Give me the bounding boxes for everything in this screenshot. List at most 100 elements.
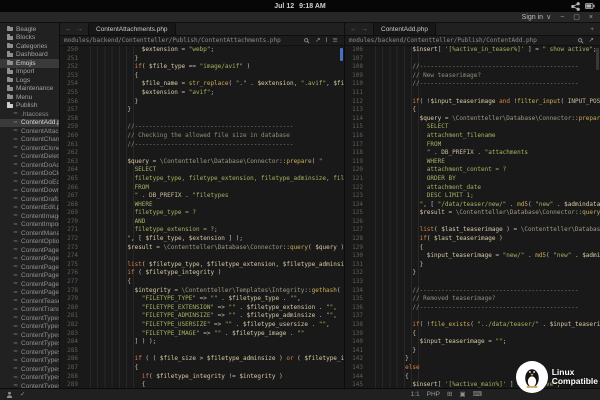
code-line[interactable]: 127 list( $last_teaserimage ) = \Content… xyxy=(345,226,600,235)
code-line[interactable]: 286 if ( ( $file_size > $filetype_admins… xyxy=(60,355,344,364)
terminal-panel-icon[interactable]: ⊞ xyxy=(447,391,452,398)
code-line[interactable]: 112 if( !$input_teaserimage and !filter_… xyxy=(345,98,600,107)
code-line[interactable]: 124 ", [ "/data/teaser/new/" . md5( "new… xyxy=(345,201,600,210)
tree-item[interactable]: ≈ContentEdit.php xyxy=(0,204,59,213)
code-line[interactable]: 253 { xyxy=(60,72,344,81)
tree-item[interactable]: Blocks xyxy=(0,34,59,43)
tree-item[interactable]: ≈.htaccess xyxy=(0,110,59,119)
back-icon[interactable]: ← xyxy=(65,26,72,33)
code-line[interactable]: 278 $integrity = \Contentteller\Template… xyxy=(60,287,344,296)
tree-item[interactable]: ≈ContentTypesFieldDoAdd.php xyxy=(0,365,59,374)
tree-item[interactable]: ≈ContentAttachments.php xyxy=(0,127,59,136)
code-line[interactable]: 264 SELECT xyxy=(60,166,344,175)
code-line[interactable]: 259 //----------------------------------… xyxy=(60,123,344,132)
keyboard-icon[interactable]: ⌨ xyxy=(473,391,482,398)
code-line[interactable]: 108 //----------------------------------… xyxy=(345,63,600,72)
code-line[interactable]: 140 $input_teaserimage = ""; xyxy=(345,338,600,347)
code-line[interactable]: 141 } xyxy=(345,347,600,356)
tree-item[interactable]: ≈ContentOptions.php xyxy=(0,238,59,247)
tree-item[interactable]: ≈ContentTeaser.php xyxy=(0,297,59,306)
tab-contentattachments[interactable]: ContentAttachments.php xyxy=(88,23,176,35)
code-line[interactable]: 289 { xyxy=(60,381,344,388)
maximize-button[interactable]: ▢ xyxy=(573,14,580,21)
tree-item[interactable]: ≈ContentDoClone.php xyxy=(0,170,59,179)
tree-item[interactable]: ≈ContentImport.php xyxy=(0,221,59,230)
code-line[interactable]: 270 AND xyxy=(60,218,344,227)
code-line[interactable]: 273 $result = \Contentteller\Database\Co… xyxy=(60,244,344,253)
code-line[interactable]: 276 if ( $filetype_integrity ) xyxy=(60,269,344,278)
code-line[interactable]: 256 } xyxy=(60,98,344,107)
expand-icon[interactable]: ↗ xyxy=(589,37,594,44)
tree-item[interactable]: Categories xyxy=(0,42,59,51)
tree-item[interactable]: Beagle xyxy=(0,25,59,34)
code-line[interactable]: 134 //----------------------------------… xyxy=(345,287,600,296)
tree-item[interactable]: ≈ContentPageDoAdd.php xyxy=(0,263,59,272)
code-line[interactable]: 120 attachment_content = ? xyxy=(345,166,600,175)
tree-item[interactable]: ≈ContentPageOrder.php xyxy=(0,289,59,298)
tree-item[interactable]: ≈ContentPageDelete.php xyxy=(0,255,59,264)
tree-item[interactable]: ≈ContentDelete.php xyxy=(0,153,59,162)
tree-item[interactable]: ≈ContentTypesChange.php xyxy=(0,314,59,323)
system-tray[interactable] xyxy=(571,0,595,12)
code-line[interactable]: 274 xyxy=(60,252,344,261)
code-line[interactable]: 125 $result = \Contentteller\Database\Co… xyxy=(345,209,600,218)
code-line[interactable]: 122 attachment_date xyxy=(345,184,600,193)
sign-in-button[interactable]: Sign in ∨ xyxy=(522,14,552,21)
code-line[interactable]: 138 if( !file_exists( "../data/teaser/" … xyxy=(345,321,600,330)
tree-item[interactable]: Dashboard xyxy=(0,51,59,60)
code-line[interactable]: 107 xyxy=(345,55,600,64)
code-line[interactable]: 269 filetype_type = ? xyxy=(60,209,344,218)
code-line[interactable]: 137 xyxy=(345,312,600,321)
code-line[interactable]: 255 $extension = "avif"; xyxy=(60,89,344,98)
tree-item[interactable]: Import xyxy=(0,68,59,77)
close-button[interactable]: × xyxy=(589,14,593,21)
code-line[interactable]: 282 "FILETYPE_USERSIZE" => "" . $filetyp… xyxy=(60,321,344,330)
tree-item[interactable]: ≈ContentChange.php xyxy=(0,136,59,145)
tree-item[interactable]: ≈ContentTypesDoEdit.php xyxy=(0,331,59,340)
collaborate-icon[interactable] xyxy=(6,391,13,398)
code-line[interactable]: 250 $extension = "webp"; xyxy=(60,46,344,55)
code-line[interactable]: 130 $input_teaserimage = "new/" . md5( "… xyxy=(345,252,600,261)
project-panel[interactable]: BeagleBlocksCategoriesDashboardEmojisImp… xyxy=(0,23,60,388)
diagnostics-check-icon[interactable]: ✓ xyxy=(20,391,25,398)
code-line[interactable]: 266 FROM xyxy=(60,184,344,193)
code-line[interactable]: 128 if( $last_teaserimage ) xyxy=(345,235,600,244)
code-line[interactable]: 267 " . DB_PREFIX . "filetypes xyxy=(60,192,344,201)
tree-item[interactable]: Publish xyxy=(0,102,59,111)
new-tab-button[interactable]: + xyxy=(584,23,600,35)
tree-item[interactable]: ≈ContentTypesDoAdd.php xyxy=(0,323,59,332)
tab-contentadd[interactable]: ContentAdd.php xyxy=(373,23,436,35)
code-line[interactable]: 262 xyxy=(60,149,344,158)
code-editor-left[interactable]: 250 $extension = "webp";251 }252 if( $fi… xyxy=(60,46,344,388)
tree-item[interactable]: ≈ContentManage.php xyxy=(0,229,59,238)
forward-icon[interactable]: → xyxy=(361,26,368,33)
tree-item[interactable]: ≈ContentDraft.php xyxy=(0,195,59,204)
code-line[interactable]: 281 "FILETYPE_ADMINSIZE" => "" . $filety… xyxy=(60,312,344,321)
code-line[interactable]: 284 ] ) ); xyxy=(60,338,344,347)
tree-item[interactable]: Emojis xyxy=(0,59,59,68)
tree-item[interactable]: ≈ContentDoEdit.php xyxy=(0,178,59,187)
forward-icon[interactable]: → xyxy=(76,26,83,33)
tree-item[interactable]: ≈ContentTranslate.php xyxy=(0,306,59,315)
code-line[interactable]: 133 xyxy=(345,278,600,287)
tree-item[interactable]: ≈ContentDoAdd.php xyxy=(0,161,59,170)
code-line[interactable]: 251 } xyxy=(60,55,344,64)
tree-item[interactable]: ≈ContentTypesFieldDelete.php xyxy=(0,357,59,366)
code-line[interactable]: 254 $file_name = str_replace( "." . $ext… xyxy=(60,80,344,89)
code-line[interactable]: 136 //----------------------------------… xyxy=(345,304,600,313)
code-line[interactable]: 285 xyxy=(60,347,344,356)
code-line[interactable]: 132 } xyxy=(345,269,600,278)
scrollbar-thumb[interactable] xyxy=(340,48,343,61)
tree-item[interactable]: ≈ContentDownload.php xyxy=(0,187,59,196)
code-line[interactable]: 263 $query = \Contentteller\Database\Con… xyxy=(60,158,344,167)
search-icon[interactable] xyxy=(578,38,584,44)
code-line[interactable]: 117 FROM xyxy=(345,141,600,150)
code-line[interactable]: 277 { xyxy=(60,278,344,287)
code-line[interactable]: 283 "FILETYPE_IMAGE" => "" . $filetype_i… xyxy=(60,330,344,339)
tree-item[interactable]: ≈ContentAdd.php xyxy=(0,119,59,128)
language-indicator[interactable]: PHP xyxy=(427,391,440,398)
code-editor-right[interactable]: 106 $insert[ '[%active_in_teaser%]' ] = … xyxy=(345,46,600,388)
code-line[interactable]: 258 xyxy=(60,115,344,124)
code-line[interactable]: 110 //----------------------------------… xyxy=(345,80,600,89)
code-line[interactable]: 118 " . DB_PREFIX . "attachments xyxy=(345,149,600,158)
